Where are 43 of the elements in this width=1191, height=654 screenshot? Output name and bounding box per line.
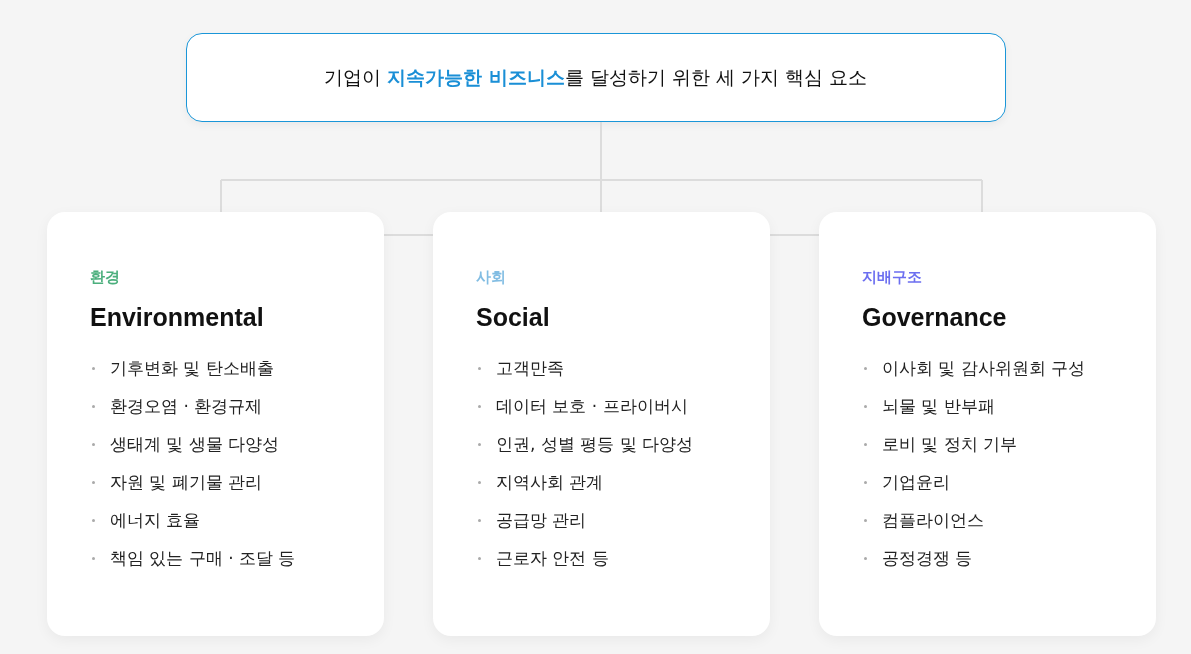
list-item: 공급망 관리	[496, 508, 587, 532]
list-item: 기업윤리	[882, 470, 950, 494]
bullet-dot	[864, 480, 867, 484]
list-item: 지역사회 관계	[496, 470, 604, 494]
list-item: 인권, 성별 평등 및 다양성	[496, 432, 694, 456]
list-item: 자원 및 폐기물 관리	[110, 470, 263, 494]
bullet-dot	[478, 442, 481, 446]
list-item: 기후변화 및 탄소배출	[110, 356, 274, 380]
list-item: 근로자 안전 등	[496, 546, 609, 570]
category-heading: Social	[476, 303, 551, 332]
title-box: 기업이 지속가능한 비즈니스를 달성하기 위한 세 가지 핵심 요소	[185, 33, 1006, 122]
category-label: 사회	[476, 268, 507, 287]
bullet-dot	[92, 480, 95, 484]
bullet-dot	[864, 366, 867, 370]
list-item: 책임 있는 구매 · 조달 등	[110, 546, 296, 570]
bullet-dot	[478, 480, 481, 484]
bullet-dot	[864, 442, 867, 446]
list-item: 데이터 보호 · 프라이버시	[496, 394, 688, 418]
list-item: 환경오염 · 환경규제	[110, 394, 263, 418]
bullet-dot	[864, 404, 867, 408]
list-item: 로비 및 정치 기부	[882, 432, 1018, 456]
list-item: 컴플라이언스	[882, 508, 984, 532]
bullet-dot	[478, 556, 481, 560]
list-item: 에너지 효율	[110, 508, 201, 532]
bullet-dot	[92, 556, 95, 560]
bullet-dot	[478, 518, 481, 522]
list-item: 이사회 및 감사위원회 구성	[882, 356, 1086, 380]
bullet-dot	[92, 404, 95, 408]
bullet-dot	[478, 366, 481, 370]
bullet-dot	[92, 442, 95, 446]
category-label: 환경	[90, 268, 121, 287]
bullet-dot	[478, 404, 481, 408]
category-heading: Governance	[862, 303, 1008, 332]
bullet-dot	[92, 366, 95, 370]
category-label: 지배구조	[862, 268, 923, 287]
bullet-dot	[864, 556, 867, 560]
list-item: 공정경쟁 등	[882, 546, 973, 570]
list-item: 고객만족	[496, 356, 564, 380]
list-item: 생태계 및 생물 다양성	[110, 432, 280, 456]
list-item: 뇌물 및 반부패	[882, 394, 995, 418]
bullet-dot	[864, 518, 867, 522]
bullet-dot	[92, 518, 95, 522]
category-heading: Environmental	[90, 303, 265, 332]
